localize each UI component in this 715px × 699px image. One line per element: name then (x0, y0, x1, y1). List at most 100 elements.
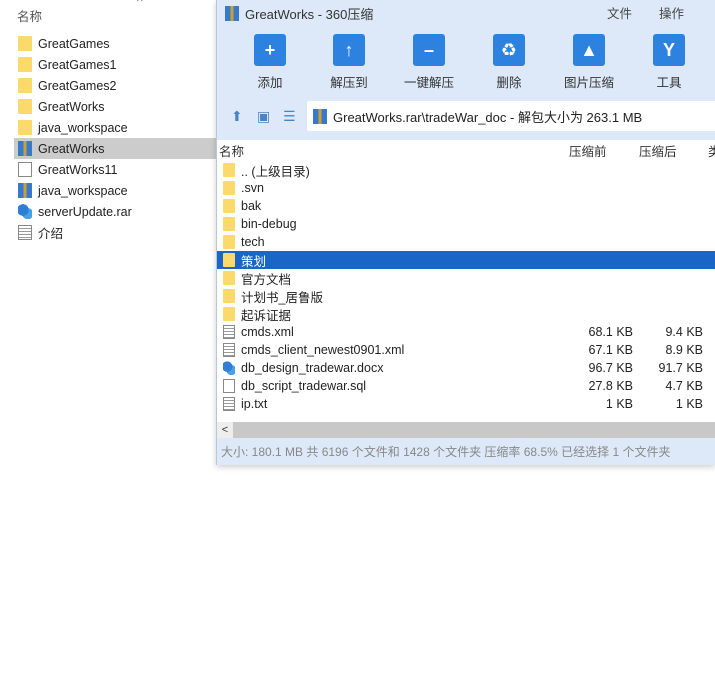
setup-icon (223, 361, 235, 375)
file-name: db_design_tradewar.docx (241, 361, 384, 375)
toolbar-button[interactable]: Y 工具 (634, 34, 704, 91)
toolbar-icon: – (413, 34, 445, 66)
file-name: .svn (241, 181, 264, 195)
explorer-item-label: GreatWorks (38, 141, 105, 156)
file-row[interactable]: db_design_tradewar.docx 96.7 KB 91.7 KB (217, 359, 715, 377)
file-name: 计划书_居鲁版 (241, 290, 323, 305)
explorer-item[interactable]: java_workspace (14, 180, 216, 201)
menu-operation[interactable]: 操作 (659, 3, 684, 22)
explorer-item[interactable]: GreatGames (14, 33, 216, 54)
rar-icon (18, 183, 32, 198)
file-icon (18, 162, 32, 177)
menu-file[interactable]: 文件 (607, 3, 632, 22)
explorer-item[interactable]: 介绍 (14, 222, 216, 243)
column-header: 名称 压缩前 压缩后 类 (217, 140, 715, 161)
scroll-left-button[interactable]: < (217, 422, 233, 438)
toolbar-button[interactable]: ▲ 图片压缩 (554, 34, 624, 91)
file-row[interactable]: bak (217, 197, 715, 215)
setup-icon (18, 204, 32, 219)
explorer-item-label: 介绍 (38, 227, 64, 241)
folder-icon (223, 199, 235, 213)
file-name: .. (上级目录) (241, 164, 310, 179)
size-before: 67.1 KB (588, 343, 633, 357)
file-row[interactable]: bin-debug (217, 215, 715, 233)
folder-icon (223, 289, 235, 303)
explorer-column-header[interactable]: 名称 (17, 6, 42, 25)
toolbar-label: 解压到 (330, 76, 368, 90)
txt-icon (223, 343, 235, 357)
file-name: 策划 (241, 254, 267, 269)
size-after: 9.4 KB (665, 325, 703, 339)
column-before[interactable]: 压缩前 (569, 141, 607, 160)
file-row[interactable]: .svn (217, 179, 715, 197)
txt-icon (223, 397, 235, 411)
explorer-item[interactable]: GreatWorks11 (14, 159, 216, 180)
archive-icon (313, 108, 327, 124)
list-view-icon[interactable]: ☰ (283, 108, 296, 125)
explorer-item[interactable]: GreatWorks (14, 96, 216, 117)
up-icon[interactable]: ⬆ (231, 108, 243, 125)
folder-icon (18, 36, 32, 51)
file-name: bak (241, 199, 262, 213)
file-row[interactable]: db_script_tradewar.sql 27.8 KB 4.7 KB (217, 377, 715, 395)
toolbar-icon: ▲ (573, 34, 605, 66)
file-row[interactable]: .. (上级目录) (217, 161, 715, 179)
file-row[interactable]: cmds.xml 68.1 KB 9.4 KB (217, 323, 715, 341)
column-type[interactable]: 类 (708, 141, 715, 160)
column-name[interactable]: 名称 (219, 141, 244, 160)
status-bar: 大小: 180.1 MB 共 6196 个文件和 1428 个文件夹 压缩率 6… (221, 445, 671, 459)
toolbar-label: 一键解压 (403, 76, 454, 90)
size-before: 27.8 KB (588, 379, 633, 393)
folder-icon (223, 163, 235, 177)
file-row[interactable]: 官方文档 (217, 269, 715, 287)
folder-icon (18, 120, 32, 135)
explorer-item-label: GreatWorks (38, 99, 105, 114)
explorer-item-label: java_workspace (38, 183, 128, 198)
explorer-item[interactable]: GreatWorks (14, 138, 216, 159)
toolbar-button[interactable]: ♻ 删除 (474, 34, 544, 91)
column-after[interactable]: 压缩后 (639, 141, 677, 160)
rar-icon (18, 141, 32, 156)
file-row[interactable]: 计划书_居鲁版 (217, 287, 715, 305)
address-text: GreatWorks.rar\tradeWar_doc - 解包大小为 263.… (333, 109, 643, 125)
horizontal-scrollbar[interactable]: < (217, 422, 715, 438)
toolbar-button[interactable]: + 添加 (235, 34, 305, 91)
explorer-item-label: GreatGames (38, 36, 110, 51)
explorer-item[interactable]: GreatGames1 (14, 54, 216, 75)
title-bar: GreatWorks - 360压缩 (225, 4, 373, 23)
explorer-item-label: serverUpdate.rar (38, 204, 132, 219)
txt-icon (223, 325, 235, 339)
thumbnail-view-icon[interactable]: ▣ (257, 108, 270, 125)
folder-icon (18, 78, 32, 93)
folder-icon (223, 271, 235, 285)
file-row[interactable]: tech (217, 233, 715, 251)
explorer-item-label: GreatGames1 (38, 57, 117, 72)
explorer-item[interactable]: GreatGames2 (14, 75, 216, 96)
txt-icon (18, 225, 32, 240)
file-name: cmds_client_newest0901.xml (241, 343, 405, 357)
file-name: db_script_tradewar.sql (241, 379, 367, 393)
file-row[interactable]: cmds_client_newest0901.xml 67.1 KB 8.9 KB (217, 341, 715, 359)
toolbar-button[interactable]: – 一键解压 (394, 34, 464, 91)
file-name: tech (241, 235, 265, 249)
explorer-item[interactable]: serverUpdate.rar (14, 201, 216, 222)
size-after: 1 KB (675, 397, 703, 411)
file-icon (223, 379, 235, 393)
file-name: 官方文档 (241, 272, 292, 287)
explorer-file-list: GreatGames GreatGames1 GreatGames2 GreatWor… (14, 33, 216, 243)
explorer-item[interactable]: java_workspace (14, 117, 216, 138)
file-row[interactable]: ip.txt 1 KB 1 KB (217, 395, 715, 413)
window-title: GreatWorks - 360压缩 (245, 7, 374, 22)
explorer-item-label: GreatWorks11 (38, 162, 118, 177)
toolbar-icon: + (254, 34, 286, 66)
toolbar-button[interactable]: ↑ 解压到 (314, 34, 384, 91)
address-bar[interactable]: GreatWorks.rar\tradeWar_doc - 解包大小为 263.… (307, 101, 715, 131)
size-before: 96.7 KB (588, 361, 633, 375)
toolbar-label: 图片压缩 (563, 76, 614, 90)
folder-icon (223, 253, 235, 267)
file-row[interactable]: 起诉证据 (217, 305, 715, 323)
size-after: 4.7 KB (665, 379, 703, 393)
archive-window: GreatWorks - 360压缩 文件 操作 + 添加 ↑ 解压到 – 一键解压 ♻ 删除… (216, 0, 715, 465)
file-row[interactable]: 策划 (217, 251, 715, 269)
file-name: cmds.xml (241, 325, 294, 339)
